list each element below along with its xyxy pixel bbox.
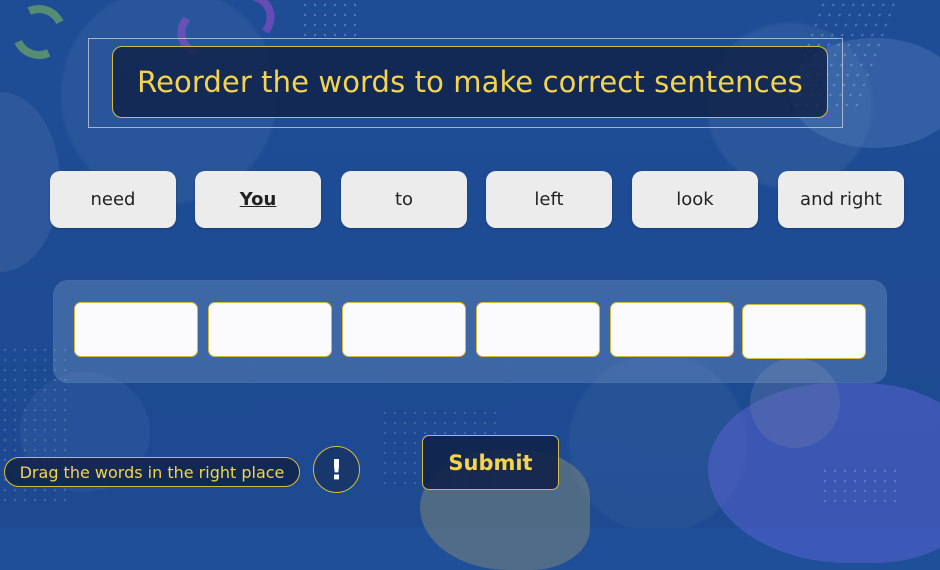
instruction-hint: Drag the words in the right place <box>4 457 300 487</box>
answer-slot[interactable] <box>610 302 734 357</box>
answer-slot[interactable] <box>476 302 600 357</box>
answer-slot[interactable] <box>342 302 466 357</box>
word-tile[interactable]: You <box>195 171 321 228</box>
answer-slot[interactable] <box>208 302 332 357</box>
word-tile[interactable]: look <box>632 171 758 228</box>
answer-slot[interactable] <box>74 302 198 357</box>
answer-slot[interactable] <box>742 304 866 359</box>
word-tile[interactable]: to <box>341 171 467 228</box>
info-button[interactable]: ! <box>313 446 360 493</box>
page-title: Reorder the words to make correct senten… <box>112 46 828 118</box>
word-tile[interactable]: and right <box>778 171 904 228</box>
word-tile[interactable]: left <box>486 171 612 228</box>
submit-button[interactable]: Submit <box>422 435 559 490</box>
word-tile[interactable]: need <box>50 171 176 228</box>
